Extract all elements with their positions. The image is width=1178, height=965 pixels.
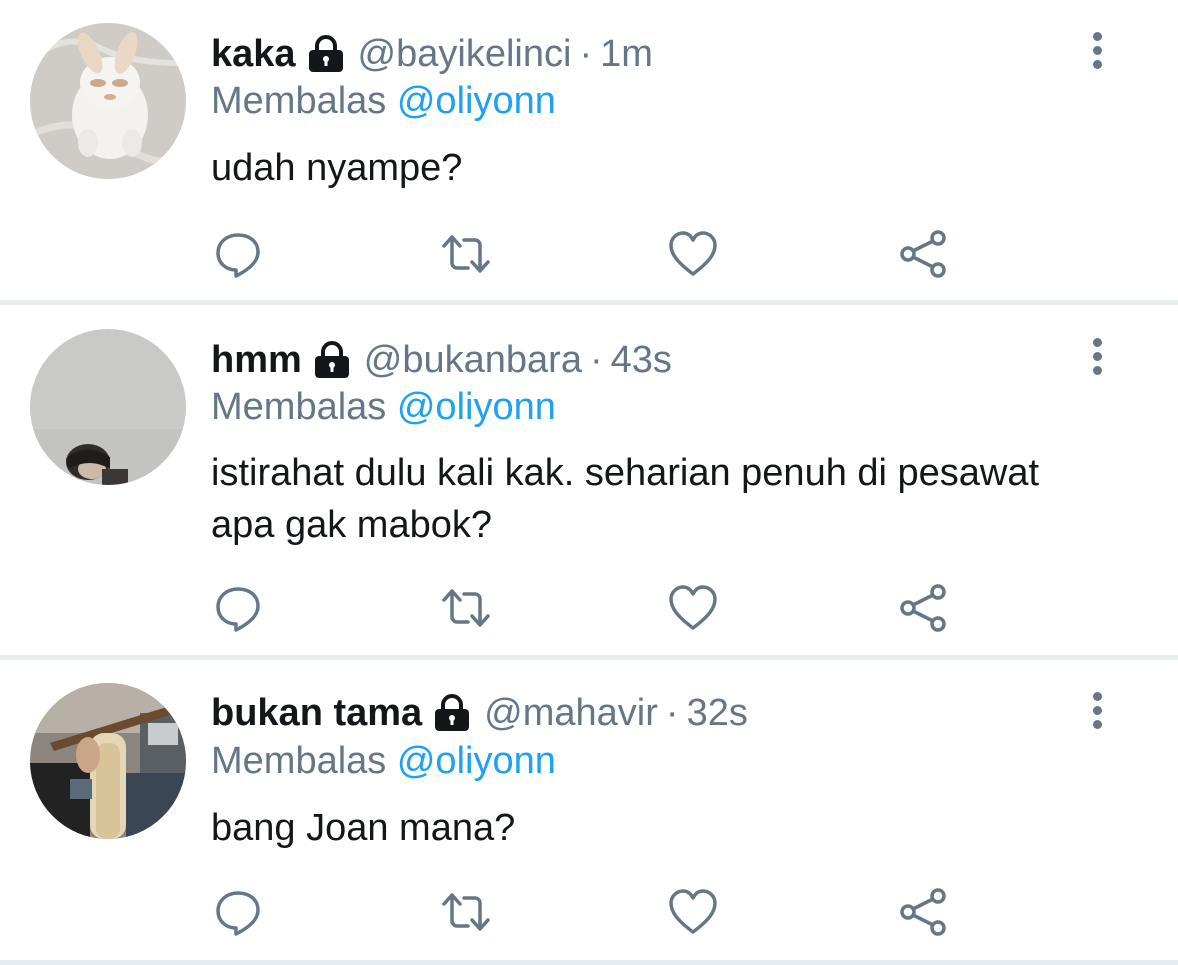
reply-context: Membalas @oliyonn <box>211 80 556 123</box>
reply-context: Membalas @oliyonn <box>211 740 556 783</box>
avatar[interactable] <box>30 329 186 485</box>
display-name[interactable]: kaka <box>211 33 296 76</box>
reply-mention[interactable]: @oliyonn <box>397 740 556 782</box>
reply-mention[interactable]: @oliyonn <box>397 386 556 428</box>
tweet-header: bukan tama @mahavir · 32s <box>211 689 748 737</box>
timestamp[interactable]: 43s <box>611 339 672 382</box>
lock-icon <box>312 341 352 379</box>
action-bar <box>0 884 1178 940</box>
tweet-3[interactable]: bukan tama @mahavir · 32s Membalas @oliy… <box>0 660 1178 960</box>
reply-icon[interactable] <box>210 884 266 940</box>
action-bar <box>0 580 1178 636</box>
reply-icon[interactable] <box>210 580 266 636</box>
tweet-text: bang Joan mana? <box>211 807 516 849</box>
retweet-icon[interactable] <box>438 580 494 636</box>
reply-context: Membalas @oliyonn <box>211 386 556 429</box>
more-vertical-icon[interactable] <box>1082 332 1112 380</box>
display-name[interactable]: bukan tama <box>211 692 422 735</box>
heart-icon[interactable] <box>665 226 721 282</box>
action-bar <box>0 226 1178 282</box>
reply-icon[interactable] <box>210 226 266 282</box>
share-icon[interactable] <box>895 226 951 282</box>
tweet-divider <box>0 960 1178 965</box>
reply-prefix: Membalas <box>211 386 387 428</box>
timestamp[interactable]: 32s <box>687 692 748 735</box>
tweet-text: istirahat dulu kali kak. seharian penuh … <box>211 452 1040 546</box>
separator-dot: · <box>665 691 679 734</box>
reply-prefix: Membalas <box>211 80 387 122</box>
user-handle[interactable]: @bukanbara <box>364 339 582 382</box>
retweet-icon[interactable] <box>438 884 494 940</box>
tweet-text: udah nyampe? <box>211 147 463 189</box>
more-vertical-icon[interactable] <box>1082 26 1112 74</box>
heart-icon[interactable] <box>665 884 721 940</box>
heart-icon[interactable] <box>665 580 721 636</box>
reply-mention[interactable]: @oliyonn <box>397 80 556 122</box>
reply-prefix: Membalas <box>211 740 387 782</box>
user-handle[interactable]: @bayikelinci <box>358 33 572 76</box>
separator-dot: · <box>589 338 603 381</box>
tweet-1[interactable]: kaka @bayikelinci · 1m Membalas @oliyonn… <box>0 0 1178 300</box>
tweet-header: kaka @bayikelinci · 1m <box>211 30 653 78</box>
more-vertical-icon[interactable] <box>1082 686 1112 734</box>
share-icon[interactable] <box>895 580 951 636</box>
retweet-icon[interactable] <box>438 226 494 282</box>
lock-icon <box>432 694 472 732</box>
share-icon[interactable] <box>895 884 951 940</box>
tweet-header: hmm @bukanbara · 43s <box>211 336 672 384</box>
avatar[interactable] <box>30 683 186 839</box>
timestamp[interactable]: 1m <box>600 33 653 76</box>
separator-dot: · <box>579 32 593 75</box>
avatar[interactable] <box>30 23 186 179</box>
display-name[interactable]: hmm <box>211 339 302 382</box>
tweet-2[interactable]: hmm @bukanbara · 43s Membalas @oliyonn i… <box>0 305 1178 655</box>
user-handle[interactable]: @mahavir <box>484 692 658 735</box>
lock-icon <box>306 35 346 73</box>
